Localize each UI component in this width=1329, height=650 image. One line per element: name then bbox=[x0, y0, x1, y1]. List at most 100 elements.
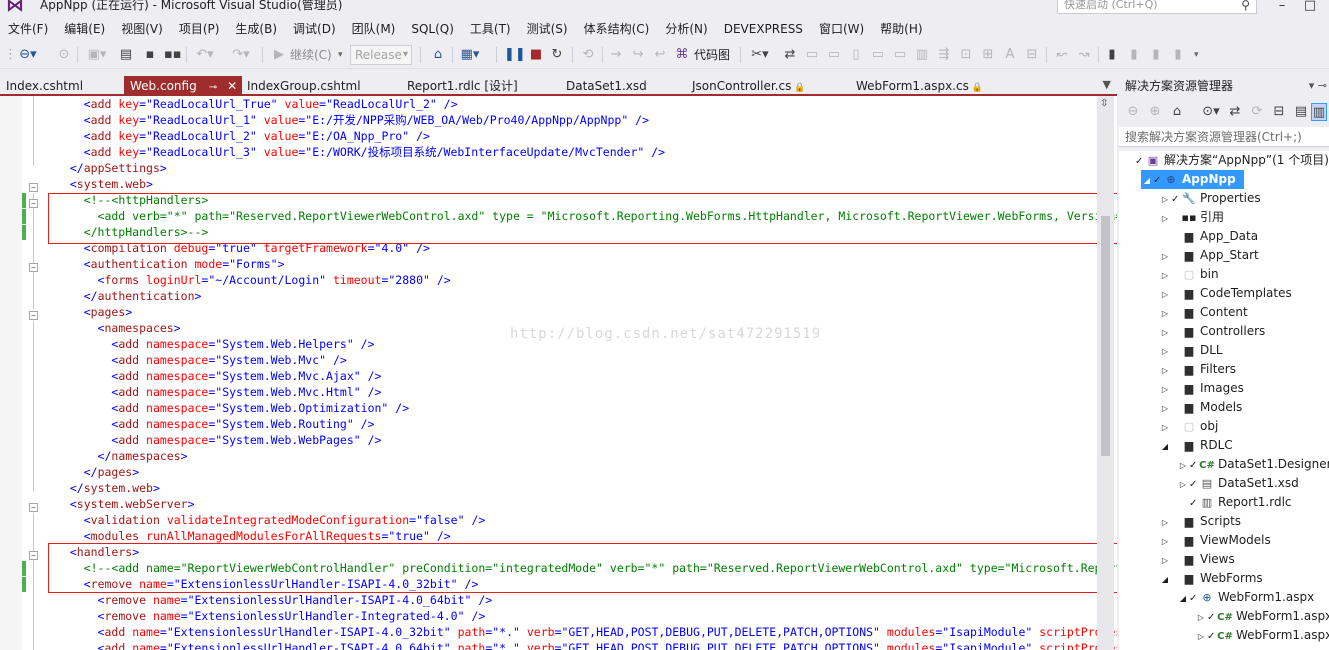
tab-report1-rdlc[interactable]: Report1.rdlc [设计] bbox=[401, 76, 518, 96]
tree-node[interactable]: ▷✓C#WebForm1.aspx.cs bbox=[1195, 607, 1329, 626]
collapsed-arrow-icon[interactable]: ▷ bbox=[1159, 285, 1171, 304]
scrollbar-thumb[interactable] bbox=[1101, 216, 1110, 456]
tree-node[interactable]: ▆ App_Data bbox=[1159, 227, 1258, 246]
menu-item[interactable]: 团队(M) bbox=[344, 18, 404, 40]
show-all-files-icon[interactable]: ▤ bbox=[1293, 103, 1309, 121]
navigate-back-button[interactable]: ⊖▾ bbox=[14, 46, 42, 64]
expanded-arrow-icon[interactable]: ◢ bbox=[1159, 570, 1171, 589]
menu-item[interactable]: 分析(N) bbox=[657, 18, 715, 40]
collapsed-arrow-icon[interactable]: ▷ bbox=[1159, 304, 1171, 323]
quick-launch-input[interactable]: 快速启动 (Ctrl+Q) ⚲ bbox=[1057, 0, 1257, 14]
save-button[interactable]: ▪ bbox=[142, 46, 158, 64]
collapse-handlers-icon[interactable]: − bbox=[29, 551, 38, 560]
menu-item[interactable]: 项目(P) bbox=[171, 18, 228, 40]
editor-vertical-scrollbar[interactable]: ⇳ bbox=[1097, 96, 1114, 650]
tab-web-config[interactable]: Web.config ⊸ ✕ bbox=[124, 76, 242, 96]
tree-node[interactable]: ▷ ▆ Filters bbox=[1159, 360, 1236, 379]
collapse-authentication-icon[interactable]: − bbox=[29, 263, 38, 272]
menu-item[interactable]: DEVEXPRESS bbox=[716, 18, 811, 40]
tree-node[interactable]: ▷ ▢ obj bbox=[1159, 417, 1218, 436]
sync-icon[interactable]: ⇄ bbox=[1227, 103, 1243, 121]
properties-icon[interactable]: ▥ bbox=[1311, 103, 1327, 121]
forward-icon[interactable]: ⊕ bbox=[1147, 103, 1163, 121]
solution-configuration-select[interactable]: Release bbox=[350, 45, 412, 65]
step-over-button[interactable]: ↪ bbox=[630, 46, 646, 64]
show-next-statement-button[interactable]: ⟲ bbox=[580, 46, 596, 64]
restart-button[interactable]: ↻ bbox=[549, 46, 565, 64]
maximize-button[interactable]: □ bbox=[1298, 0, 1322, 16]
toolbar-button[interactable]: ↜ bbox=[1054, 46, 1070, 64]
tree-node[interactable]: ▷ ✓ ▤ DataSet1.xsd bbox=[1177, 474, 1299, 493]
tab-overflow-dropdown-icon[interactable]: ▼ bbox=[1103, 78, 1111, 91]
pin-icon[interactable]: ⊸ bbox=[209, 82, 217, 93]
toolbar-button[interactable]: ▭ bbox=[826, 46, 842, 64]
continue-dropdown-icon[interactable]: ▾ bbox=[338, 46, 343, 64]
collapsed-arrow-icon[interactable]: ▷ bbox=[1159, 209, 1171, 228]
menu-item[interactable]: 帮助(H) bbox=[872, 18, 930, 40]
tree-node[interactable]: ◢ ▆ WebForms bbox=[1159, 569, 1263, 588]
split-handle-icon[interactable]: ⇳ bbox=[1100, 98, 1108, 109]
tree-node[interactable]: ✓ ▥ Report1.rdlc bbox=[1177, 493, 1292, 512]
tree-node[interactable]: ▷ ▆ Views bbox=[1159, 550, 1235, 569]
collapsed-arrow-icon[interactable]: ▷ bbox=[1159, 342, 1171, 361]
continue-button[interactable]: 继续(C) bbox=[290, 46, 332, 64]
collapsed-arrow-icon[interactable]: ▷ bbox=[1195, 608, 1207, 627]
tree-node[interactable]: ▷✓C#DataSet1.Designer.cs bbox=[1177, 455, 1329, 474]
tree-node[interactable]: ▷ ▪▪ 引用 bbox=[1159, 208, 1224, 227]
collapsed-arrow-icon[interactable]: ▷ bbox=[1159, 532, 1171, 551]
tree-node[interactable]: ▷ ▢ bin bbox=[1159, 265, 1219, 284]
tree-node[interactable]: ◢ ✓ ⊕ WebForm1.aspx bbox=[1177, 588, 1314, 607]
solution-explorer-search-input[interactable]: 搜索解决方案资源管理器(Ctrl+;) bbox=[1119, 127, 1329, 147]
menu-item[interactable]: 窗口(W) bbox=[811, 18, 872, 40]
code-editor[interactable]: − − − − − − <add key="ReadLocalUrl_True"… bbox=[0, 96, 1117, 650]
toolbar-button[interactable]: ⊡ bbox=[958, 46, 974, 64]
tree-node[interactable]: ▷ ▆ CodeTemplates bbox=[1159, 284, 1292, 303]
tree-node[interactable]: ▷ ▆ DLL bbox=[1159, 341, 1223, 360]
bookmark-button[interactable]: ▮ bbox=[1104, 46, 1120, 64]
stop-debugging-button[interactable]: ■ bbox=[528, 46, 544, 64]
redo-button[interactable]: ↷▾ bbox=[228, 46, 254, 64]
back-icon[interactable]: ⊖ bbox=[1125, 103, 1141, 121]
collapsed-arrow-icon[interactable]: ▷ bbox=[1159, 323, 1171, 342]
pending-changes-filter-icon[interactable]: ⊙▾ bbox=[1199, 103, 1223, 121]
code-map-button[interactable]: 代码图 bbox=[694, 46, 730, 64]
collapse-system-web-icon[interactable]: − bbox=[29, 183, 38, 192]
tree-node[interactable]: ◢ ✓ ⊕ AppNpp bbox=[1141, 170, 1244, 189]
collapsed-arrow-icon[interactable]: ▷ bbox=[1159, 513, 1171, 532]
navigate-forward-button[interactable]: ⊙ bbox=[56, 46, 72, 64]
collapsed-arrow-icon[interactable]: ▷ bbox=[1159, 190, 1171, 209]
menu-item[interactable]: SQL(Q) bbox=[403, 18, 462, 40]
collapsed-arrow-icon[interactable]: ▷ bbox=[1159, 266, 1171, 285]
save-all-button[interactable]: ▪▪ bbox=[164, 46, 182, 64]
tab-indexgroup-cshtml[interactable]: IndexGroup.cshtml bbox=[241, 76, 361, 96]
collapsed-arrow-icon[interactable]: ▷ bbox=[1177, 456, 1189, 475]
tree-node[interactable]: ▷ ▆ Scripts bbox=[1159, 512, 1241, 531]
tab-webform1-aspx-cs[interactable]: WebForm1.aspx.cs 🔒 bbox=[850, 76, 983, 96]
tree-node[interactable]: ✓ ▣ 解决方案“AppNpp”(1 个项目) bbox=[1123, 151, 1329, 170]
tree-node[interactable]: ▷ ▆ App_Start bbox=[1159, 246, 1259, 265]
toolbar-button[interactable]: ↝ bbox=[1076, 46, 1092, 64]
tools-dropdown-button[interactable]: ✂▾ bbox=[746, 46, 774, 64]
prev-bookmark-button[interactable]: ▮ bbox=[1126, 46, 1142, 64]
refresh-button[interactable]: ⇄ bbox=[782, 46, 798, 64]
collapsed-arrow-icon[interactable]: ▷ bbox=[1159, 247, 1171, 266]
toolbar-button[interactable]: ⊞ bbox=[980, 46, 996, 64]
collapsed-arrow-icon[interactable]: ▷ bbox=[1159, 418, 1171, 437]
step-into-button[interactable]: → bbox=[608, 46, 624, 64]
collapsed-arrow-icon[interactable]: ▷ bbox=[1177, 475, 1189, 494]
menu-item[interactable]: 视图(V) bbox=[113, 18, 171, 40]
minimize-button[interactable]: – bbox=[1270, 0, 1294, 16]
browser-link-button[interactable]: ▦▾ bbox=[458, 46, 482, 64]
collapsed-arrow-icon[interactable]: ▷ bbox=[1159, 399, 1171, 418]
tab-jsoncontroller-cs[interactable]: JsonController.cs 🔒 bbox=[686, 76, 806, 96]
break-all-button[interactable]: ❚❚ bbox=[504, 46, 526, 64]
undo-button[interactable]: ↶▾ bbox=[192, 46, 218, 64]
menu-item[interactable]: 体系结构(C) bbox=[576, 18, 658, 40]
menu-item[interactable]: 测试(S) bbox=[519, 18, 576, 40]
collapsed-arrow-icon[interactable]: ▷ bbox=[1159, 551, 1171, 570]
tab-dataset1-xsd[interactable]: DataSet1.xsd bbox=[560, 76, 647, 96]
attach-process-button[interactable]: ⌂ bbox=[430, 46, 446, 64]
next-bookmark-button[interactable]: ▮ bbox=[1148, 46, 1164, 64]
toolbar-button[interactable]: A bbox=[1002, 46, 1018, 64]
toolbar-button[interactable]: ▭ bbox=[892, 46, 908, 64]
